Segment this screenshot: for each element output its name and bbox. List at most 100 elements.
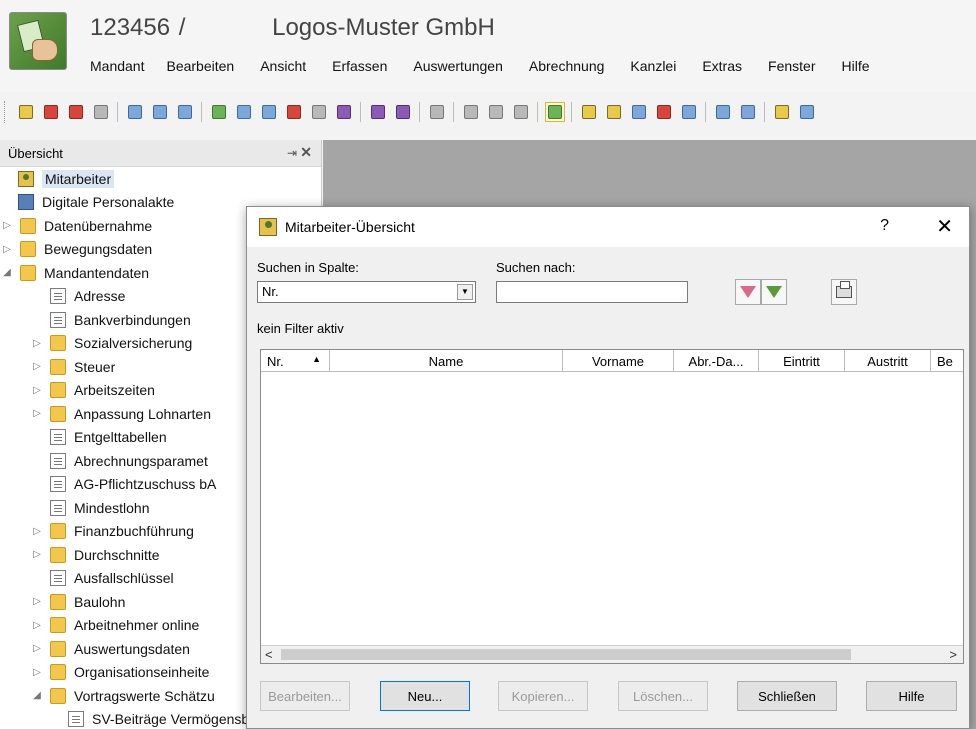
document-back-icon[interactable] [713,102,733,122]
close-button[interactable]: Schließen [737,681,837,711]
employee-icon[interactable] [579,102,599,122]
collapse-icon[interactable]: ◢ [0,267,14,278]
calendar-week-icon[interactable] [393,102,413,122]
client-number: 123456 [90,14,171,41]
print-icon[interactable] [150,102,170,122]
scroll-right-icon[interactable]: > [949,647,957,662]
new-record-icon[interactable] [16,102,36,122]
expand-icon[interactable]: ▷ [30,338,44,349]
new-client-icon[interactable] [66,102,86,122]
dialog-titlebar[interactable]: Mitarbeiter-Übersicht ? ✕ [247,207,969,247]
collapse-icon[interactable]: ◢ [30,690,44,701]
column-header-be[interactable]: Be [931,350,963,372]
menu-abrechnung[interactable]: Abrechnung [529,58,605,74]
print-icon[interactable] [831,279,857,305]
horizontal-scrollbar[interactable]: < > [261,645,963,663]
column-header-abrechnungsdatum[interactable]: Abr.-Da... [674,350,759,372]
cut-icon[interactable] [461,102,481,122]
employee-search-icon[interactable] [604,102,624,122]
column-header-name[interactable]: Name [330,350,563,372]
toolbar-separator [571,102,572,122]
tree-item-label: SV-Beiträge Vermögensb [92,711,250,728]
calendar-icon[interactable] [368,102,388,122]
menu-erfassen[interactable]: Erfassen [332,58,387,74]
expand-icon[interactable]: ▷ [30,667,44,678]
copy-icon[interactable] [486,102,506,122]
window-title: 123456 / Logos-Muster GmbH [90,14,495,42]
menu-hilfe[interactable]: Hilfe [841,58,869,74]
search-column-select[interactable]: Nr. ▼ [257,281,476,303]
help-button[interactable]: Hilfe [866,681,957,711]
paste-icon[interactable] [511,102,531,122]
menu-kanzlei[interactable]: Kanzlei [630,58,676,74]
list-icon[interactable] [334,102,354,122]
delete-button[interactable]: Löschen... [618,681,708,711]
scrollbar-thumb[interactable] [281,649,851,660]
save-icon[interactable] [91,102,111,122]
filter-tree-icon[interactable] [544,102,565,122]
toolbar-grip[interactable] [4,101,7,123]
help-icon[interactable]: ? [880,217,889,235]
toolbar-separator [201,102,202,122]
expand-icon[interactable]: ▷ [30,385,44,396]
expand-icon[interactable]: ▷ [30,408,44,419]
menu-bearbeiten[interactable]: Bearbeiten [166,58,234,74]
employee-icon [259,218,277,236]
expand-icon[interactable]: ▷ [30,549,44,560]
toolbar-separator [419,102,420,122]
expand-icon[interactable]: ▷ [30,596,44,607]
toolbar-separator [705,102,706,122]
mail-icon[interactable] [284,102,304,122]
title-separator: / [178,14,186,41]
filter-apply-icon[interactable] [735,279,761,305]
calculator-icon[interactable] [234,102,254,122]
chevron-down-icon[interactable]: ▼ [457,284,473,300]
edit-button[interactable]: Bearbeiten... [260,681,350,711]
search-input[interactable] [496,281,688,303]
checklist-icon[interactable] [309,102,329,122]
menu-mandant[interactable]: Mandant [90,58,144,74]
overview-panel-title: Übersicht [8,145,63,161]
print-settings-icon[interactable] [175,102,195,122]
menu-ansicht[interactable]: Ansicht [260,58,306,74]
edit-pen-icon[interactable] [654,102,674,122]
employee-group-icon[interactable] [629,102,649,122]
pin-icon[interactable]: ⇥ [287,146,297,160]
tree-item[interactable]: Mitarbeiter [0,167,321,191]
menu-auswertungen[interactable]: Auswertungen [413,58,503,74]
expand-icon[interactable]: ▷ [30,620,44,631]
tree-item-label: Entgelttabellen [74,429,167,446]
folder-icon [50,546,66,563]
copy-button[interactable]: Kopieren... [498,681,588,711]
new-button[interactable]: Neu... [380,681,470,711]
filter-icon[interactable] [761,279,787,305]
report-list-icon[interactable] [797,102,817,122]
column-header-eintritt[interactable]: Eintritt [759,350,845,372]
expand-icon[interactable]: ▷ [30,526,44,537]
document-forward-icon[interactable] [738,102,758,122]
dialog-close-icon[interactable]: ✕ [936,214,953,239]
dialog-title: Mitarbeiter-Übersicht [285,219,415,235]
column-header-vorname[interactable]: Vorname [563,350,674,372]
menu-fenster[interactable]: Fenster [768,58,815,74]
print-preview-icon[interactable] [125,102,145,122]
message-icon[interactable] [259,102,279,122]
expand-icon[interactable]: ▷ [0,244,14,255]
menu-extras[interactable]: Extras [702,58,742,74]
search-column-label: Suchen in Spalte: [257,260,359,275]
expand-icon[interactable]: ▷ [30,643,44,654]
column-header-nr[interactable]: Nr. ▲ [261,350,330,372]
employee-table[interactable]: Nr. ▲ Name Vorname Abr.-Da... Eintritt A… [260,349,964,664]
expand-icon[interactable]: ▷ [0,220,14,231]
overview-panel-header: Übersicht ⇥ ✕ [0,140,321,167]
column-header-austritt[interactable]: Austritt [845,350,931,372]
undo-icon[interactable] [427,102,447,122]
table-header: Nr. ▲ Name Vorname Abr.-Da... Eintritt A… [261,350,963,372]
import-dropdown-icon[interactable] [209,102,229,122]
open-folder-icon[interactable] [41,102,61,122]
close-icon[interactable]: ✕ [300,144,312,161]
report-icon[interactable] [772,102,792,122]
scroll-left-icon[interactable]: < [265,647,273,662]
expand-icon[interactable]: ▷ [30,361,44,372]
card-icon[interactable] [679,102,699,122]
